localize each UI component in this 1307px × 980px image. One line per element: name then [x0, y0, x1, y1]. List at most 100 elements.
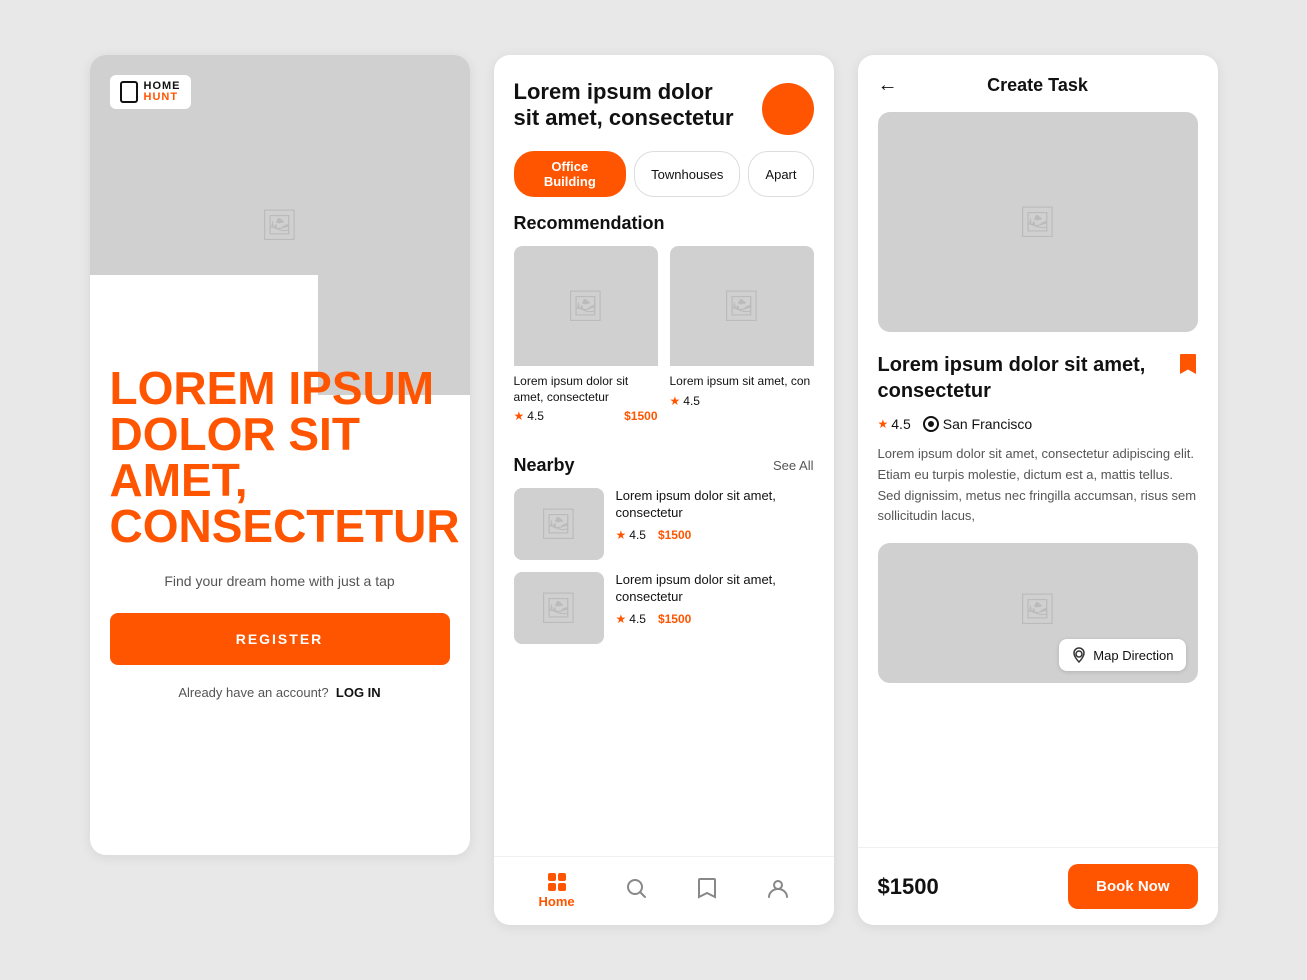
tab-apart[interactable]: Apart: [748, 151, 813, 197]
property-location: San Francisco: [923, 416, 1032, 432]
logo-icon: [120, 81, 138, 103]
screen3-page-title: Create Task: [987, 75, 1088, 96]
bookmark-icon: [697, 877, 717, 905]
property-description: Lorem ipsum dolor sit amet, consectetur …: [858, 444, 1218, 543]
screen1-content: LOREM IPSUM DOLOR SIT AMET, CONSECTETUR …: [90, 395, 470, 855]
home-grid-icon: [548, 873, 566, 891]
nearby-name-1: Lorem ipsum dolor sit amet, consectetur: [616, 488, 814, 522]
nav-home[interactable]: Home: [538, 873, 574, 909]
login-prompt-text: Already have an account?: [178, 685, 328, 700]
rec-placeholder-icon-2: 🖼: [722, 289, 760, 324]
nearby-price-2: $1500: [658, 612, 691, 626]
login-link[interactable]: LOG IN: [336, 685, 381, 700]
screen2-header: Lorem ipsum dolorsit amet, consectetur: [494, 55, 834, 151]
property-location-text: San Francisco: [943, 416, 1032, 432]
recommendation-grid: 🖼 Lorem ipsum dolor sit amet, consectetu…: [494, 246, 834, 431]
nearby-rating-1: ★ 4.5: [616, 528, 646, 542]
screen1-login: HOME HUNT 🖼 LOREM IPSUM DOLOR SIT AMET, …: [90, 55, 470, 855]
map-pin-icon: [1071, 647, 1087, 663]
nearby-meta-1: ★ 4.5 $1500: [616, 528, 814, 542]
nearby-star-icon-1: ★: [616, 528, 627, 542]
property-rating: ★ 4.5: [878, 416, 911, 432]
rec-image-1: 🖼: [514, 246, 658, 366]
property-name: Lorem ipsum dolor sit amet, consectetur: [878, 352, 1170, 404]
nearby-image-1: 🖼: [514, 488, 604, 560]
book-now-button[interactable]: Book Now: [1068, 864, 1197, 909]
nearby-title: Nearby: [514, 455, 575, 476]
property-info-row: Lorem ipsum dolor sit amet, consectetur: [858, 352, 1218, 416]
hero-subtitle: Find your dream home with just a tap: [110, 573, 450, 589]
rec-meta-1: ★ 4.5 $1500: [514, 409, 658, 423]
nearby-info-1: Lorem ipsum dolor sit amet, consectetur …: [616, 488, 814, 542]
register-button[interactable]: REGISTER: [110, 613, 450, 665]
bottom-navigation: Home: [494, 856, 834, 925]
nearby-meta-2: ★ 4.5 $1500: [616, 612, 814, 626]
nearby-star-icon-2: ★: [616, 612, 627, 626]
tab-townhouses[interactable]: Townhouses: [634, 151, 740, 197]
nav-profile[interactable]: [767, 877, 789, 905]
image-placeholder-icon: 🖼: [260, 208, 298, 243]
star-icon-1: ★: [514, 409, 525, 423]
nav-bookmark[interactable]: [697, 877, 717, 905]
property-image-placeholder-icon: 🖼: [1018, 205, 1056, 240]
nearby-image-2: 🖼: [514, 572, 604, 644]
nav-home-label: Home: [538, 894, 574, 909]
screen2-title: Lorem ipsum dolorsit amet, consectetur: [514, 79, 734, 132]
nearby-name-2: Lorem ipsum dolor sit amet, consectetur: [616, 572, 814, 606]
orange-circle-avatar: [762, 83, 814, 135]
rec-card-2[interactable]: 🖼 Lorem ipsum sit amet, con ★ 4.5: [670, 246, 814, 431]
rec-rating-value-2: 4.5: [683, 394, 700, 408]
rec-name-1: Lorem ipsum dolor sit amet, consectetur: [514, 374, 658, 405]
nearby-item-1[interactable]: 🖼 Lorem ipsum dolor sit amet, consectetu…: [514, 488, 814, 560]
nearby-rating-value-2: 4.5: [629, 612, 646, 626]
property-main-image: 🖼: [878, 112, 1198, 332]
rec-name-2: Lorem ipsum sit amet, con: [670, 374, 814, 390]
profile-icon: [767, 877, 789, 905]
rec-rating-value-1: 4.5: [527, 409, 544, 423]
rec-meta-2: ★ 4.5: [670, 394, 814, 408]
rec-rating-2: ★ 4.5: [670, 394, 700, 408]
logo-text: HOME HUNT: [144, 81, 181, 103]
rec-info-2: Lorem ipsum sit amet, con ★ 4.5: [670, 366, 814, 416]
property-rating-location: ★ 4.5 San Francisco: [858, 416, 1218, 444]
nearby-item-2[interactable]: 🖼 Lorem ipsum dolor sit amet, consectetu…: [514, 572, 814, 644]
star-icon-2: ★: [670, 394, 681, 408]
nearby-info-2: Lorem ipsum dolor sit amet, consectetur …: [616, 572, 814, 626]
nearby-placeholder-icon-2: 🖼: [539, 591, 577, 626]
rec-price-1: $1500: [624, 409, 657, 423]
screen1-hero-image: HOME HUNT 🖼: [90, 55, 470, 395]
rec-info-1: Lorem ipsum dolor sit amet, consectetur …: [514, 366, 658, 431]
screen3-header: ← Create Task: [858, 55, 1218, 112]
nearby-price-1: $1500: [658, 528, 691, 542]
screen3-detail: ← Create Task 🖼 Lorem ipsum dolor sit am…: [858, 55, 1218, 925]
logo-hunt-text: HUNT: [144, 92, 181, 103]
nearby-rating-2: ★ 4.5: [616, 612, 646, 626]
tab-office-building[interactable]: Office Building: [514, 151, 627, 197]
hero-headline: LOREM IPSUM DOLOR SIT AMET, CONSECTETUR: [110, 365, 450, 549]
nav-search[interactable]: [625, 877, 647, 905]
location-dot-icon: [923, 416, 939, 432]
screen3-footer: $1500 Book Now: [858, 847, 1218, 925]
screen2-home-listing: Lorem ipsum dolorsit amet, consectetur O…: [494, 55, 834, 925]
bookmark-button[interactable]: [1178, 352, 1198, 382]
nearby-rating-value-1: 4.5: [629, 528, 646, 542]
nearby-list: 🖼 Lorem ipsum dolor sit amet, consectetu…: [494, 488, 834, 644]
login-prompt: Already have an account? LOG IN: [110, 685, 450, 700]
back-arrow-button[interactable]: ←: [878, 74, 898, 97]
rec-image-2: 🖼: [670, 246, 814, 366]
property-star-icon: ★: [878, 417, 889, 431]
rec-card-1[interactable]: 🖼 Lorem ipsum dolor sit amet, consectetu…: [514, 246, 658, 431]
search-icon: [625, 877, 647, 905]
recommendation-section-title: Recommendation: [494, 213, 834, 246]
map-image: 🖼 Map Direction: [878, 543, 1198, 683]
nearby-header: Nearby See All: [494, 455, 834, 488]
logo: HOME HUNT: [110, 75, 191, 109]
see-all-button[interactable]: See All: [773, 458, 813, 473]
nearby-placeholder-icon-1: 🖼: [539, 507, 577, 542]
rec-rating-1: ★ 4.5: [514, 409, 544, 423]
property-rating-value: 4.5: [891, 416, 910, 432]
rec-placeholder-icon-1: 🖼: [566, 289, 604, 324]
category-tabs: Office Building Townhouses Apart: [494, 151, 834, 213]
property-price: $1500: [878, 874, 939, 900]
map-direction-button[interactable]: Map Direction: [1059, 639, 1185, 671]
